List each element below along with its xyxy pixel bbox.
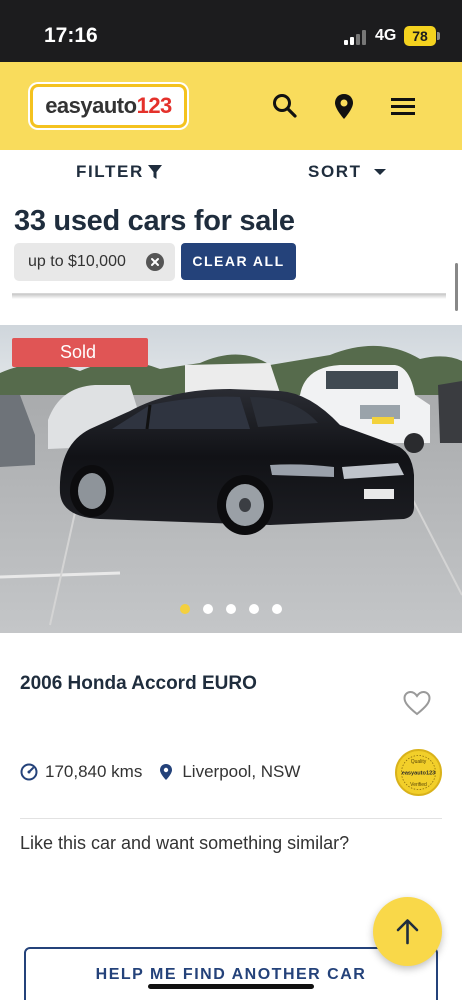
home-indicator[interactable] xyxy=(148,984,314,989)
odometer-icon xyxy=(20,763,38,781)
arrow-up-icon xyxy=(396,919,419,945)
signal-strength-icon xyxy=(344,29,370,45)
site-header: easyauto123 xyxy=(0,62,462,150)
carousel-dot-4[interactable] xyxy=(249,604,259,614)
location-pin-icon[interactable] xyxy=(330,92,358,120)
sort-label: SORT xyxy=(308,162,362,181)
heart-icon[interactable] xyxy=(403,690,431,716)
search-icon[interactable] xyxy=(271,92,299,120)
battery-tip xyxy=(437,32,440,40)
listing-meta: 170,840 kms Liverpool, NSW xyxy=(20,761,300,783)
listing-photo[interactable] xyxy=(0,325,462,633)
logo-text-part1: easyauto xyxy=(45,93,137,118)
chip-label: up to $10,000 xyxy=(28,253,126,270)
location: Liverpool, NSW xyxy=(182,762,301,781)
badge-text-brand: easyauto123 xyxy=(402,771,436,777)
section-divider xyxy=(12,293,446,299)
carousel-dot-3[interactable] xyxy=(226,604,236,614)
sold-badge: Sold xyxy=(12,338,148,367)
battery-level: 78 xyxy=(404,26,436,46)
clear-all-button[interactable]: CLEAR ALL xyxy=(181,243,296,280)
status-time: 17:16 xyxy=(44,24,98,47)
image-carousel-dots xyxy=(180,604,284,614)
similar-car-prompt: Like this car and want something similar… xyxy=(20,833,350,853)
results-heading: 33 used cars for sale xyxy=(14,205,295,237)
badge-text-verified: Verified xyxy=(410,782,427,788)
divider xyxy=(20,818,442,819)
scrollbar[interactable] xyxy=(455,263,458,311)
funnel-icon xyxy=(147,165,162,179)
filter-button[interactable]: FILTER xyxy=(76,162,162,182)
price-filter-chip[interactable]: up to $10,000 xyxy=(14,243,175,281)
carousel-dot-5[interactable] xyxy=(272,604,282,614)
filter-label: FILTER xyxy=(76,162,144,181)
brand-logo[interactable]: easyauto123 xyxy=(30,84,187,128)
quality-verified-badge: Quality easyauto123 Verified xyxy=(395,749,442,796)
filter-sort-bar: FILTER SORT xyxy=(0,150,462,194)
carousel-dot-1[interactable] xyxy=(180,604,190,614)
carousel-dot-2[interactable] xyxy=(203,604,213,614)
remove-filter-icon[interactable] xyxy=(146,253,164,271)
logo-text-part2: 123 xyxy=(136,93,173,118)
location-pin-icon xyxy=(160,764,173,780)
badge-text-quality: Quality xyxy=(411,759,427,765)
listing-title[interactable]: 2006 Honda Accord EURO xyxy=(20,673,257,695)
kilometers: 170,840 kms xyxy=(45,762,143,781)
sort-button[interactable]: SORT xyxy=(308,162,386,182)
back-to-top-button[interactable] xyxy=(373,897,442,966)
hamburger-menu-icon[interactable] xyxy=(389,92,417,120)
network-type: 4G xyxy=(375,27,397,44)
status-bar: 17:16 4G 78 xyxy=(0,0,462,62)
chevron-down-icon xyxy=(373,169,386,175)
